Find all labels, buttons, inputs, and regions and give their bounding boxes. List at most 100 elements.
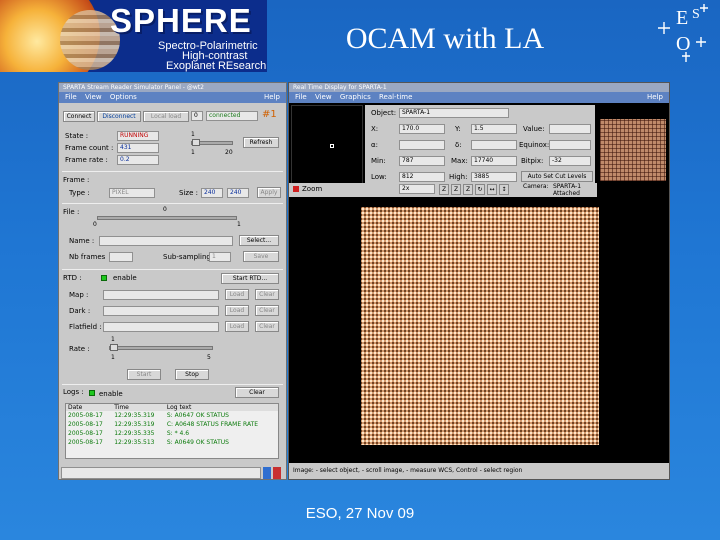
flatfield-load-button[interactable]: Load — [225, 321, 249, 332]
table-row[interactable]: 2005-08-17 12:29:35.319 C: A0648 STATUS FR… — [66, 420, 278, 429]
flip-y-icon[interactable]: ↕ — [499, 184, 509, 195]
low-value[interactable]: 812 — [399, 172, 445, 182]
log-date: 2005-08-17 — [68, 421, 103, 428]
logs-enable-checkbox[interactable] — [89, 390, 95, 396]
object-value: SPARTA-1 — [399, 108, 509, 118]
menu-file[interactable]: File — [65, 93, 77, 101]
footer-text: ESO, 27 Nov 09 — [305, 505, 415, 522]
log-date: 2005-08-17 — [68, 412, 103, 419]
zoom-out-icon[interactable]: Z — [439, 184, 449, 195]
save-button[interactable]: Save — [243, 251, 279, 262]
map-clear-button[interactable]: Clear — [255, 289, 279, 300]
zoom-in-icon[interactable]: Z — [451, 184, 461, 195]
subsampling-field[interactable]: 1 — [209, 252, 231, 262]
connect-button[interactable]: Connect — [63, 111, 95, 122]
log-date: 2005-08-17 — [68, 439, 103, 446]
dark-field[interactable] — [103, 306, 219, 316]
subsampling-label: Sub-sampling — [163, 253, 211, 261]
min-value: 787 — [399, 156, 445, 166]
map-field[interactable] — [103, 290, 219, 300]
menu-help[interactable]: Help — [264, 92, 280, 103]
slide-title: OCAM with LA — [345, 22, 545, 55]
rotate-icon[interactable]: ↻ — [475, 184, 485, 195]
dark-load-button[interactable]: Load — [225, 305, 249, 316]
svg-text:S: S — [692, 7, 700, 22]
command-scroll-icon[interactable] — [263, 467, 271, 479]
select-button[interactable]: Select... — [239, 235, 279, 246]
client-hash-label: #1 — [262, 109, 277, 120]
log-table-box: Date Time Log text 2005-08-17 12:29:35.31… — [65, 403, 279, 459]
log-header-text: Log text — [164, 404, 278, 411]
log-date: 2005-08-17 — [68, 430, 103, 437]
close-icon[interactable] — [273, 467, 281, 479]
equinox-label: Equinox: — [519, 141, 550, 149]
low-label: Low: — [371, 173, 387, 181]
max-value: 17740 — [471, 156, 517, 166]
apply-button[interactable]: Apply — [257, 187, 281, 198]
rate-scale-value: 1 — [111, 336, 115, 343]
flip-x-icon[interactable]: ↔ — [487, 184, 497, 195]
refresh-slider-handle[interactable] — [192, 139, 200, 146]
bitpix-value: -32 — [549, 156, 591, 166]
logs-clear-button[interactable]: Clear — [235, 387, 279, 398]
menu-graphics[interactable]: Graphics — [340, 93, 371, 101]
rate-slider[interactable] — [109, 346, 213, 350]
min-label: Min: — [371, 157, 386, 165]
panel-body: Connect Disconnect Local load 0 connecte… — [59, 103, 286, 479]
command-input[interactable] — [61, 467, 261, 479]
menu-view[interactable]: View — [315, 93, 332, 101]
table-row[interactable]: 2005-08-17 12:29:35.513 S: A0649 OK STATUS — [66, 438, 278, 447]
panel-menubar: File View Options Help — [59, 92, 286, 103]
lenslet-array-image[interactable] — [361, 207, 599, 445]
menu-help[interactable]: Help — [647, 92, 663, 103]
rtd-stop-button[interactable]: Stop — [175, 369, 209, 380]
log-table: Date Time Log text 2005-08-17 12:29:35.31… — [66, 404, 278, 447]
table-row[interactable]: 2005-08-17 12:29:35.335 S: * 4.6 — [66, 429, 278, 438]
value-label: Value: — [523, 125, 545, 133]
size-height-field[interactable]: 240 — [227, 188, 249, 198]
menu-options[interactable]: Options — [110, 93, 137, 101]
flatfield-clear-button[interactable]: Clear — [255, 321, 279, 332]
rtd-enable-label: enable — [113, 274, 137, 282]
type-select[interactable]: PIXEL — [109, 188, 155, 198]
logo-line-3: Exoplanet REsearch — [166, 60, 267, 72]
panner-view[interactable] — [291, 105, 363, 195]
stream-reader-panel: SPARTA Stream Reader Simulator Panel - @… — [58, 82, 287, 480]
rtd-start-button[interactable]: Start — [127, 369, 161, 380]
camera-value: SPARTA-1 — [553, 183, 582, 190]
name-field[interactable] — [99, 236, 233, 246]
local-load-button[interactable]: Local load — [143, 111, 189, 122]
panner-cursor — [330, 144, 334, 148]
bitpix-label: Bitpix: — [521, 157, 544, 165]
high-value[interactable]: 3885 — [471, 172, 517, 182]
rate-slider-handle[interactable] — [110, 344, 118, 351]
menu-realtime[interactable]: Real-time — [379, 93, 412, 101]
menu-file[interactable]: File — [295, 93, 307, 101]
rtd-status-bar: Image: - select object, - scroll image, … — [289, 463, 669, 479]
svg-text:O: O — [676, 33, 690, 55]
log-text: S: A0647 OK STATUS — [166, 412, 229, 419]
disconnect-button[interactable]: Disconnect — [97, 111, 141, 122]
start-rtd-button[interactable]: Start RTD... — [221, 273, 279, 284]
flatfield-field[interactable] — [103, 322, 219, 332]
state-value: RUNNING — [117, 131, 159, 141]
dark-clear-button[interactable]: Clear — [255, 305, 279, 316]
log-time: 12:29:35.319 — [114, 412, 155, 419]
map-load-button[interactable]: Load — [225, 289, 249, 300]
nb-frames-field[interactable] — [109, 252, 133, 262]
flatfield-label: Flatfield : — [69, 323, 102, 331]
menu-view[interactable]: View — [85, 93, 102, 101]
refresh-button[interactable]: Refresh — [243, 137, 279, 148]
auto-set-cut-levels-button[interactable]: Auto Set Cut Levels — [521, 171, 593, 182]
size-width-field[interactable]: 240 — [201, 188, 223, 198]
table-row[interactable]: 2005-08-17 12:29:35.319 S: A0647 OK STATUS — [66, 411, 278, 420]
rtd-enable-checkbox[interactable] — [101, 275, 107, 281]
divider — [62, 171, 283, 172]
log-header-date: Date — [66, 404, 113, 411]
file-slider[interactable] — [97, 216, 237, 220]
zoom-fit-icon[interactable]: Z — [463, 184, 473, 195]
rtd-menubar: File View Graphics Real-time Help — [289, 92, 669, 103]
map-label: Map : — [69, 291, 89, 299]
zoom-select[interactable]: 2x — [399, 184, 435, 194]
log-time: 12:29:35.319 — [114, 421, 155, 428]
